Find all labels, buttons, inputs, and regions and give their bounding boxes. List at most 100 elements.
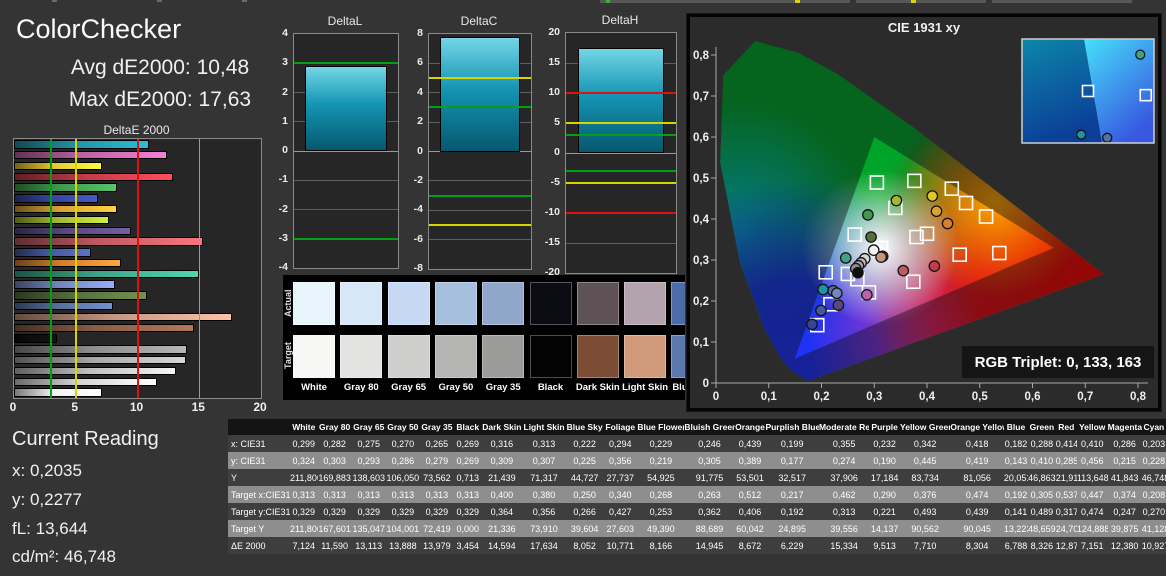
cie-1931-panel: CIE 1931 xy 0 0,1 0,2 0,3 0,4 0,5 0,6 0,…	[687, 14, 1161, 411]
table-cell: 0,222	[565, 435, 604, 452]
measured-marker	[832, 299, 845, 311]
deltae-bar	[14, 269, 199, 279]
table-cell: 0,447	[1076, 486, 1108, 503]
table-cell: 0,474	[1076, 503, 1108, 520]
table-cell: 0,329	[419, 503, 454, 520]
y-axis-tick-label: -10	[544, 206, 560, 218]
limit-line	[566, 92, 676, 94]
swatch-target	[340, 335, 383, 378]
measured-marker	[861, 288, 873, 301]
row-label: Target y:CIE31	[228, 503, 290, 520]
y-axis-tick-label: 6	[417, 56, 423, 69]
delta-l-plot-area	[293, 33, 399, 269]
table-cell: 0,329	[317, 503, 352, 520]
row-label: Target x:CIE31	[228, 486, 290, 503]
y-axis-tick-label: -15	[544, 236, 560, 248]
table-cell: 53,501	[734, 469, 766, 486]
rgb-triplet-label: RGB Triplet: 0, 133, 163	[975, 354, 1142, 371]
swatch-label: Dark Skin	[575, 382, 620, 393]
table-cell: 0,203	[1141, 435, 1166, 452]
table-cell: 0,406	[734, 503, 766, 520]
swatch-label: Blue Sky	[672, 382, 685, 393]
limit-line	[566, 122, 676, 124]
swatch-target	[434, 335, 477, 378]
table-cell: 0,374	[1107, 486, 1142, 503]
table-cell: 0,286	[1107, 435, 1142, 452]
reading-y: y: 0,2277	[12, 490, 82, 509]
deltae2000-chart-title: DeltaE 2000	[103, 123, 170, 137]
y-axis-tick-label: 15	[548, 56, 560, 68]
top-strip-segment	[992, 0, 1132, 3]
delta-h-chart-title: DeltaH	[601, 13, 639, 27]
column-header: Yellow	[1076, 419, 1108, 435]
swatch-label: Gray 35	[485, 382, 521, 393]
y-axis-tick-label: -2	[278, 202, 288, 215]
swatch-actual	[387, 282, 430, 325]
table-cell: 21,439	[481, 469, 523, 486]
limit-line	[429, 194, 531, 197]
table-cell: 0,355	[818, 435, 870, 452]
table-cell: 211,806	[290, 520, 318, 537]
table-cell: 13,223	[1003, 520, 1029, 537]
table-cell: 0,279	[419, 452, 454, 469]
table-cell: 41,843	[1107, 469, 1142, 486]
table-cell: 14,137	[869, 520, 901, 537]
table-cell: 8,166	[637, 537, 685, 554]
x-axis-tick-label: 0,5	[972, 391, 989, 403]
table-cell: 41,128	[1141, 520, 1166, 537]
table-cell: 0,313	[290, 486, 318, 503]
table-cell: 7,710	[900, 537, 951, 554]
table-cell: 0,269	[453, 435, 482, 452]
table-cell: 0,192	[1003, 486, 1029, 503]
deltae-bar	[14, 302, 114, 311]
y-axis-tick-label: 0	[554, 146, 560, 158]
table-cell: 72,419	[419, 520, 454, 537]
table-cell: 0,286	[385, 452, 420, 469]
y-axis-tick-label: -1	[278, 173, 288, 186]
table-cell: 0,489	[1028, 503, 1056, 520]
cie-chart: 0 0,1 0,2 0,3 0,4 0,5 0,6 0,7 0,8 0 0,1 0,2 0,3 0,4 0,…	[693, 38, 1155, 403]
table-cell: 0,356	[522, 503, 566, 520]
column-header: Magenta	[1107, 419, 1142, 435]
column-header: Blue Sky	[565, 419, 604, 435]
table-cell: 0,228	[1141, 452, 1166, 469]
swatch-target	[293, 335, 335, 378]
table-cell: 0,364	[481, 503, 523, 520]
table-cell: 0,474	[950, 486, 1004, 503]
swatch-label: White	[301, 382, 327, 393]
rgb-triplet-box: RGB Triplet: 0, 133, 163	[962, 346, 1154, 378]
deltae-bar	[14, 345, 187, 354]
swatch-target	[576, 335, 619, 378]
table-cell: 0,141	[1003, 503, 1029, 520]
gridline	[566, 242, 676, 244]
table-cell: 0,208	[1141, 486, 1166, 503]
column-header: Purple	[869, 419, 901, 435]
table-cell: 14,594	[481, 537, 523, 554]
swatch-actual	[482, 282, 525, 325]
table-cell: 0,362	[684, 503, 735, 520]
column-header: Red	[1055, 419, 1077, 435]
deltae-bar	[14, 356, 186, 365]
swatch-actual	[293, 282, 335, 325]
x-axis-tick-label: 0,6	[1025, 391, 1041, 403]
deltae2000-plot-area	[13, 138, 262, 399]
measured-marker	[830, 287, 843, 300]
table-cell: 0,439	[734, 435, 766, 452]
table-cell: 0,192	[765, 503, 819, 520]
deltae2000-x-axis: 0 5 10 15 20	[10, 400, 267, 414]
column-header: Foliage	[603, 419, 638, 435]
deltae-bar	[14, 172, 174, 181]
table-cell: 0,537	[1055, 486, 1077, 503]
table-cell: 3,454	[453, 537, 482, 554]
y-axis-tick-label: 0,1	[693, 337, 710, 349]
swatch-target	[529, 335, 572, 378]
measured-marker	[897, 264, 910, 277]
swatch-label: Light Skin	[622, 382, 669, 393]
table-cell: 21,913	[1055, 469, 1077, 486]
deltae-bar	[14, 291, 148, 300]
measured-marker	[852, 266, 864, 279]
table-cell: 135,047	[351, 520, 386, 537]
y-axis-tick-label: 0,3	[693, 255, 709, 267]
measured-marker	[928, 260, 941, 272]
table-cell: 0,400	[481, 486, 523, 503]
